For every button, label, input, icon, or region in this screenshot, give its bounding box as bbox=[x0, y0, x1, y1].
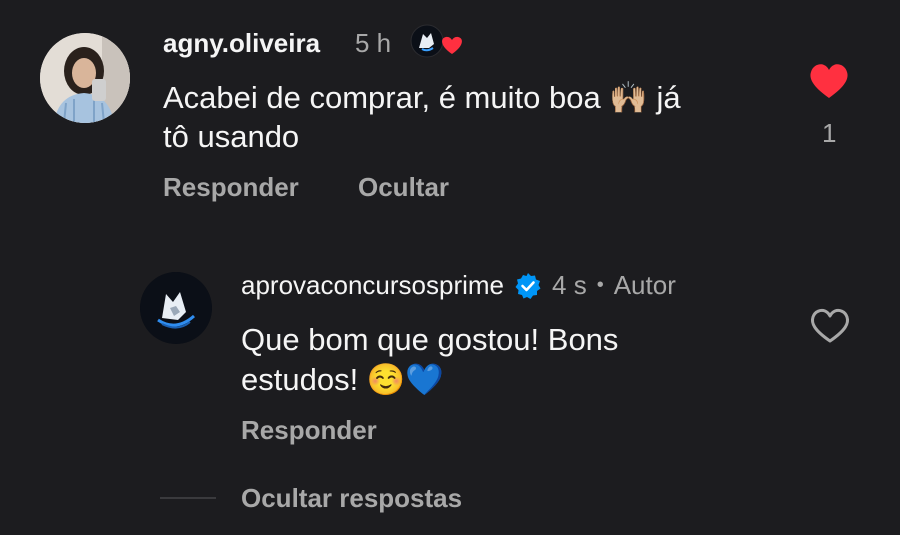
reply-button[interactable]: Responder bbox=[163, 172, 299, 203]
hide-button[interactable]: Ocultar bbox=[358, 172, 449, 203]
like-count: 1 bbox=[822, 118, 837, 148]
heart-outline-icon[interactable] bbox=[809, 307, 851, 345]
comment-text-line-1: Acabei de comprar, é muito boa 🙌🏼 já bbox=[163, 80, 681, 115]
heart-filled-icon[interactable] bbox=[808, 62, 850, 100]
avatar-aprovaconcursosprime[interactable] bbox=[140, 272, 212, 344]
hide-replies-button[interactable]: Ocultar respostas bbox=[241, 483, 462, 514]
thread-divider bbox=[160, 497, 216, 499]
reply-reply-button[interactable]: Responder bbox=[241, 415, 377, 446]
creator-heart-reaction-icon bbox=[410, 24, 464, 58]
user-photo bbox=[40, 33, 130, 123]
reply-text-line-1: Que bom que gostou! Bons bbox=[241, 322, 619, 357]
comment-text-line-2: tô usando bbox=[163, 119, 300, 154]
author-badge: Autor bbox=[613, 270, 676, 300]
reply-timestamp: 4 s bbox=[552, 270, 587, 300]
meta-separator: • bbox=[596, 274, 604, 296]
verified-badge-icon bbox=[514, 272, 542, 300]
reply-text-line-2: estudos! ☺️💙 bbox=[241, 362, 444, 397]
avatar-agny-oliveira[interactable] bbox=[40, 33, 130, 123]
reply-username[interactable]: aprovaconcursosprime bbox=[241, 270, 504, 301]
wolf-logo-icon bbox=[140, 272, 212, 344]
comment-username[interactable]: agny.oliveira bbox=[163, 28, 320, 59]
comment-timestamp: 5 h bbox=[355, 28, 392, 58]
